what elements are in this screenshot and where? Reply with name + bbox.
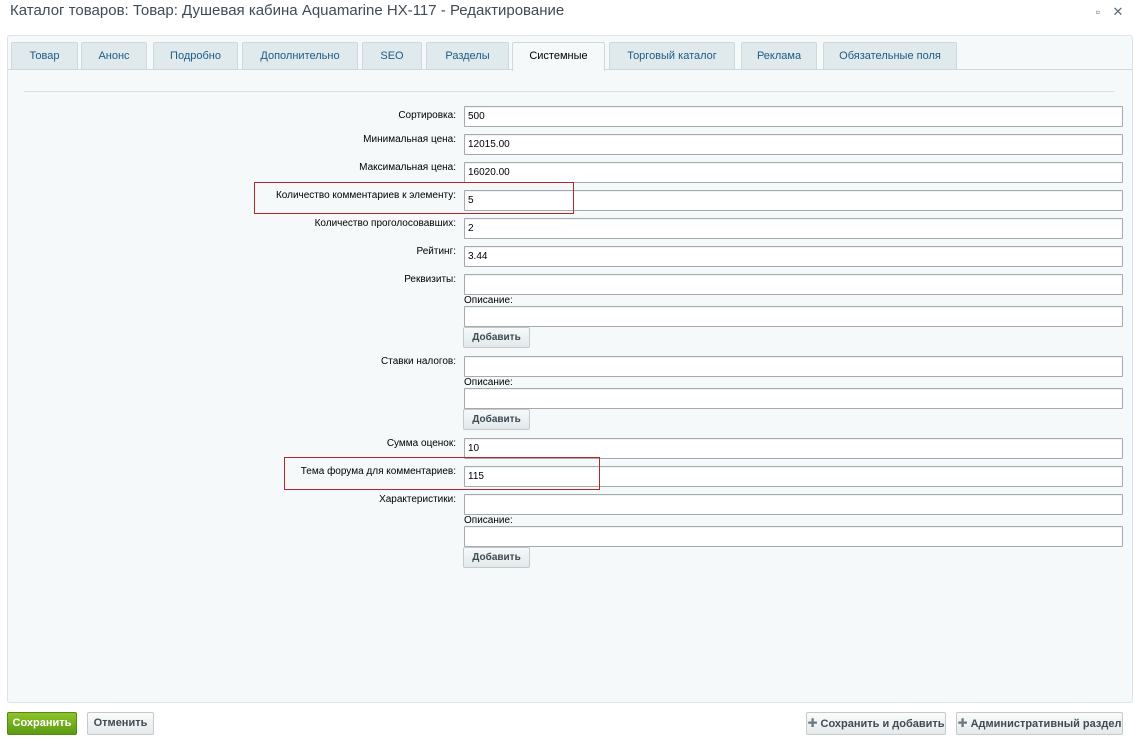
min-price-input[interactable] <box>464 134 1123 155</box>
votes-count-input[interactable] <box>464 218 1123 239</box>
close-icon[interactable]: ✕ <box>1111 5 1125 19</box>
characteristics-label: Характеристики: <box>379 494 456 505</box>
max-price-label: Максимальная цена: <box>359 162 456 173</box>
tax-rates-label: Ставки налогов: <box>381 356 456 367</box>
comments-count-label: Количество комментариев к элементу: <box>275 190 456 201</box>
sort-input[interactable] <box>464 106 1123 127</box>
characteristics-input[interactable] <box>464 494 1123 515</box>
form-separator <box>24 91 1114 92</box>
characteristics-desc-input[interactable] <box>464 526 1123 547</box>
tax-rates-add-button[interactable]: Добавить <box>463 409 530 430</box>
tab-sistemnye[interactable]: Системные <box>512 42 605 71</box>
requisites-desc-label: Описание: <box>464 295 513 306</box>
plus-icon: ✚ <box>957 716 968 730</box>
tax-rates-input[interactable] <box>464 356 1123 377</box>
admin-section-button[interactable]: ✚ Административный раздел <box>956 712 1123 735</box>
save-button[interactable]: Сохранить <box>7 712 77 735</box>
restore-icon[interactable]: ▫ <box>1091 5 1105 19</box>
requisites-add-button[interactable]: Добавить <box>463 327 530 348</box>
tab-dopolnitelno[interactable]: Дополнительно <box>242 42 358 69</box>
requisites-input[interactable] <box>464 274 1123 295</box>
tab-obyazatelnye-polya[interactable]: Обязательные поля <box>823 42 957 69</box>
cancel-button[interactable]: Отменить <box>87 712 154 735</box>
save-and-add-button[interactable]: ✚ Сохранить и добавить <box>806 712 946 735</box>
tax-rates-desc-label: Описание: <box>464 377 513 388</box>
rating-sum-input[interactable] <box>464 438 1123 459</box>
forum-topic-input[interactable] <box>464 466 1123 487</box>
requisites-desc-input[interactable] <box>464 306 1123 327</box>
edit-panel: Товар Анонс Подробно Дополнительно SEO Р… <box>7 35 1133 703</box>
tab-tovar[interactable]: Товар <box>11 42 78 69</box>
tab-reklama[interactable]: Реклама <box>741 42 817 69</box>
forum-topic-label: Тема форума для комментариев: <box>300 466 456 477</box>
tab-anons[interactable]: Анонс <box>81 42 147 69</box>
tab-torgovyy-katalog[interactable]: Торговый каталог <box>609 42 735 69</box>
sort-label: Сортировка: <box>398 110 456 121</box>
window-titlebar: Каталог товаров: Товар: Душевая кабина A… <box>0 0 1133 30</box>
tab-razdely[interactable]: Разделы <box>426 42 509 69</box>
tax-rates-desc-input[interactable] <box>464 388 1123 409</box>
requisites-label: Реквизиты: <box>404 274 456 285</box>
save-and-add-label: Сохранить и добавить <box>820 718 945 730</box>
tab-podrobno[interactable]: Подробно <box>153 42 238 69</box>
rating-sum-label: Сумма оценок: <box>386 438 456 449</box>
rating-label: Рейтинг: <box>416 246 457 257</box>
characteristics-desc-label: Описание: <box>464 515 513 526</box>
tab-seo[interactable]: SEO <box>362 42 422 69</box>
admin-section-label: Административный раздел <box>970 718 1122 730</box>
min-price-label: Минимальная цена: <box>363 134 456 145</box>
window-title: Каталог товаров: Товар: Душевая кабина A… <box>10 2 565 19</box>
votes-count-label: Количество проголосовавших: <box>314 218 456 229</box>
characteristics-add-button[interactable]: Добавить <box>463 547 530 568</box>
plus-icon: ✚ <box>807 716 818 730</box>
comments-count-input[interactable] <box>464 190 1123 211</box>
max-price-input[interactable] <box>464 162 1123 183</box>
rating-input[interactable] <box>464 246 1123 267</box>
